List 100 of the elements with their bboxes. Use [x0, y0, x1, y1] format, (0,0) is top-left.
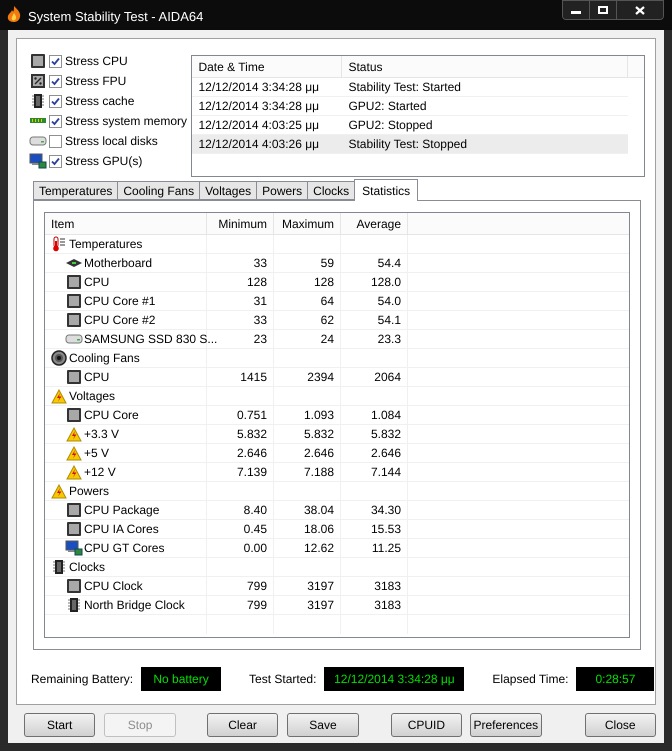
- table-cell-text: 3183: [374, 578, 401, 595]
- table-cell-text: 33: [254, 255, 267, 272]
- maximize-button[interactable]: [590, 1, 617, 19]
- tab[interactable]: Cooling Fans: [117, 181, 200, 200]
- table-cell-text: 7.144: [370, 464, 401, 481]
- column-header[interactable]: Date & Time: [192, 56, 342, 77]
- status-value: 12/12/2014 3:34:28 μμ: [324, 667, 464, 691]
- table-cell-text: 2064: [374, 369, 401, 386]
- table-cell-text: 8.40: [244, 502, 267, 519]
- table-cell-text: 0.751: [236, 407, 267, 424]
- table-cell-text: 23: [254, 331, 267, 348]
- table-cell-text: 799: [246, 597, 267, 614]
- column-header[interactable]: Item: [45, 213, 207, 234]
- table-cell-text: 11.25: [372, 540, 401, 557]
- option-label: Stress CPU: [65, 53, 128, 70]
- table-cell-text: 15.53: [370, 521, 401, 538]
- memory-chip-icon: [32, 93, 44, 109]
- action-button[interactable]: Preferences: [470, 713, 542, 737]
- memory-chip-icon: [53, 559, 65, 575]
- table-cell-text: 3197: [307, 578, 334, 595]
- table-cell-text: +12 V: [84, 464, 116, 481]
- table-cell-text: CPU Package: [84, 502, 160, 519]
- table-cell-text: 0.00: [244, 540, 267, 557]
- table-cell-text: 2.646: [236, 445, 267, 462]
- table-cell-text: CPU Clock: [84, 578, 143, 595]
- chip-icon: [66, 407, 82, 423]
- chip-icon: [66, 521, 82, 537]
- status-value: 0:28:57: [576, 667, 654, 691]
- group-label: Powers: [69, 483, 110, 500]
- table-cell-text: 2.646: [304, 445, 334, 462]
- table-cell-text: 54.4: [378, 255, 401, 272]
- close-icon: [635, 6, 645, 14]
- option-label: Stress GPU(s): [65, 153, 142, 170]
- status-label: Elapsed Time:: [492, 671, 568, 688]
- tab[interactable]: Clocks: [307, 181, 354, 200]
- log-row[interactable]: 12/12/2014 4:03:26 μμ Stability Test: Stopped: [192, 135, 628, 154]
- table-cell-text: 23.3: [378, 331, 401, 348]
- action-button[interactable]: Start: [24, 713, 96, 737]
- minimize-button[interactable]: [563, 1, 590, 19]
- table-cell-text: 2394: [307, 369, 334, 386]
- action-button[interactable]: Close: [584, 713, 656, 737]
- table-cell-text: 128: [246, 274, 267, 291]
- table-cell-text: 12/12/2014 4:03:25 μμ: [197, 117, 320, 134]
- tab[interactable]: Temperatures: [33, 181, 118, 200]
- column-header[interactable]: Status: [342, 56, 628, 77]
- table-cell-text: GPU2: Started: [347, 98, 428, 115]
- chip-icon: [66, 502, 82, 518]
- table-cell-text: 2.646: [370, 445, 401, 462]
- table-cell-text: 5.832: [236, 426, 267, 443]
- chip-icon: [66, 369, 82, 385]
- tab[interactable]: Powers: [256, 181, 308, 200]
- table-cell-text: 62: [320, 312, 334, 329]
- column-header[interactable]: Maximum: [274, 213, 341, 234]
- table-cell-text: CPU: [84, 274, 110, 291]
- table-cell-text: 54.0: [378, 293, 401, 310]
- table-cell-text: 0.45: [244, 521, 267, 538]
- checkbox[interactable]: [49, 154, 62, 168]
- status-value: No battery: [141, 667, 222, 691]
- chip-icon: [66, 274, 82, 290]
- table-cell-text: Motherboard: [84, 255, 152, 272]
- table-cell-text: 7.139: [236, 464, 267, 481]
- action-button[interactable]: CPUID: [390, 713, 462, 737]
- column-header[interactable]: Average: [341, 213, 408, 234]
- action-button[interactable]: Save: [287, 713, 359, 737]
- chip-icon: [66, 312, 82, 328]
- tab[interactable]: Statistics: [354, 179, 418, 201]
- tab[interactable]: Voltages: [199, 181, 256, 200]
- monitor-icon: [65, 540, 83, 556]
- table-cell-text: 7.188: [304, 464, 334, 481]
- table-cell-text: 1.084: [370, 407, 401, 424]
- table-cell-text: 12/12/2014 3:34:28 μμ: [197, 79, 320, 96]
- group-label: Temperatures: [69, 236, 142, 253]
- table-cell-text: Stability Test: Stopped: [347, 136, 468, 153]
- table-cell-text: CPU: [84, 369, 110, 386]
- option-label: Stress cache: [65, 93, 134, 110]
- memory-icon: [29, 116, 47, 126]
- table-cell-text: 38.04: [304, 502, 334, 519]
- table-cell-text: 128: [314, 274, 334, 291]
- checkbox[interactable]: [49, 74, 62, 88]
- close-window-button[interactable]: [617, 1, 663, 19]
- table-cell-text: 1.093: [304, 407, 334, 424]
- checkbox[interactable]: [49, 134, 62, 148]
- checkbox[interactable]: [49, 94, 62, 108]
- memory-chip-icon: [68, 597, 80, 613]
- table-cell-text: 31: [254, 293, 267, 310]
- warning-icon: [66, 464, 82, 480]
- chip-icon: [30, 53, 46, 69]
- warning-icon: [51, 484, 67, 498]
- checkbox[interactable]: [49, 114, 62, 128]
- table-cell-text: CPU Core #1: [84, 293, 156, 310]
- monitor-icon: [29, 153, 47, 169]
- table-cell-text: 3183: [374, 597, 401, 614]
- chip-icon: [66, 293, 82, 309]
- status-label: Remaining Battery:: [31, 671, 134, 688]
- checkbox[interactable]: [49, 54, 62, 68]
- column-header[interactable]: Minimum: [207, 213, 274, 234]
- action-button[interactable]: Clear: [206, 713, 278, 737]
- group-label: Voltages: [69, 388, 116, 405]
- table-cell-text: 33: [254, 312, 267, 329]
- status-label: Test Started:: [249, 671, 316, 688]
